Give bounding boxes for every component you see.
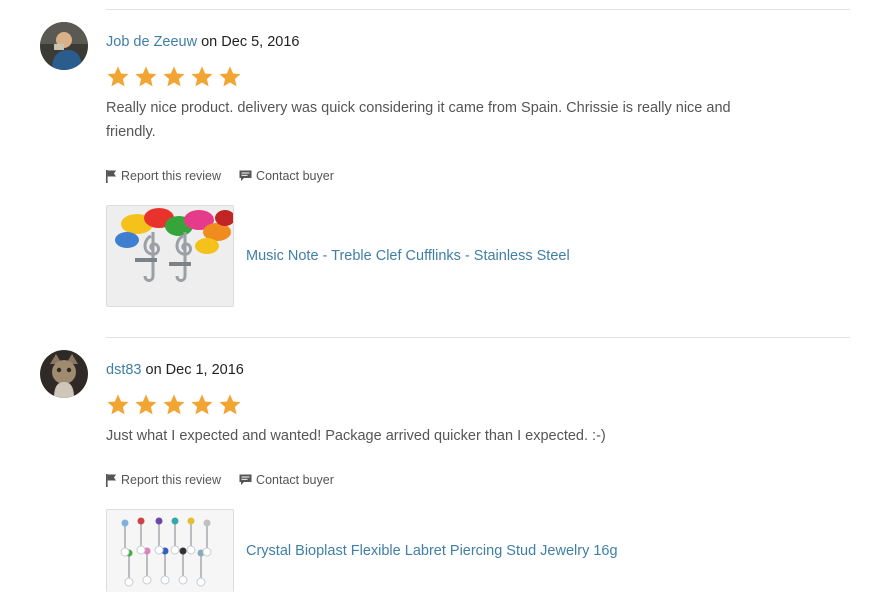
star-icon: [135, 66, 157, 87]
contact-buyer-label: Contact buyer: [256, 169, 334, 183]
message-icon: [239, 474, 252, 485]
avatar[interactable]: [40, 350, 88, 398]
flag-icon: [106, 473, 116, 487]
review-meta: Job de Zeeuw on Dec 5, 2016: [106, 34, 299, 50]
review-date: on Dec 5, 2016: [197, 34, 300, 50]
star-icon: [219, 66, 241, 87]
star-icon: [135, 394, 157, 415]
star-icon: [163, 66, 185, 87]
reviewed-product: Music Note - Treble Clef Cufflinks - Sta…: [106, 205, 570, 307]
star-icon: [107, 394, 129, 415]
star-icon: [219, 394, 241, 415]
report-review-label: Report this review: [121, 473, 222, 487]
star-icon: [107, 66, 129, 87]
report-review-link[interactable]: Report this review: [106, 169, 221, 183]
review-meta: dst83 on Dec 1, 2016: [106, 362, 244, 378]
star-rating: [106, 393, 242, 417]
product-thumbnail[interactable]: [106, 509, 234, 592]
contact-buyer-link[interactable]: Contact buyer: [239, 169, 334, 183]
contact-buyer-label: Contact buyer: [256, 473, 334, 487]
report-review-link[interactable]: Report this review: [106, 473, 221, 487]
product-title-link[interactable]: Crystal Bioplast Flexible Labret Piercin…: [246, 543, 618, 559]
review-text: Just what I expected and wanted! Package…: [106, 428, 606, 444]
product-thumbnail[interactable]: [106, 205, 234, 307]
review-divider: [106, 337, 850, 338]
product-title-link[interactable]: Music Note - Treble Clef Cufflinks - Sta…: [246, 248, 570, 264]
review-date: on Dec 1, 2016: [141, 362, 244, 378]
review-actions: Report this review Contact buyer: [106, 169, 334, 183]
report-review-label: Report this review: [121, 169, 222, 183]
star-icon: [191, 66, 213, 87]
contact-buyer-link[interactable]: Contact buyer: [239, 473, 334, 487]
review-text: Really nice product. delivery was quick …: [106, 100, 731, 140]
review-actions: Report this review Contact buyer: [106, 473, 334, 487]
star-icon: [163, 394, 185, 415]
star-icon: [191, 394, 213, 415]
message-icon: [239, 170, 252, 181]
star-rating: [106, 65, 242, 89]
reviewed-product: Crystal Bioplast Flexible Labret Piercin…: [106, 509, 618, 592]
avatar[interactable]: [40, 22, 88, 70]
review-divider: [106, 9, 850, 10]
reviewer-name-link[interactable]: Job de Zeeuw: [106, 34, 197, 50]
reviewer-name-link[interactable]: dst83: [106, 362, 141, 378]
flag-icon: [106, 169, 116, 183]
